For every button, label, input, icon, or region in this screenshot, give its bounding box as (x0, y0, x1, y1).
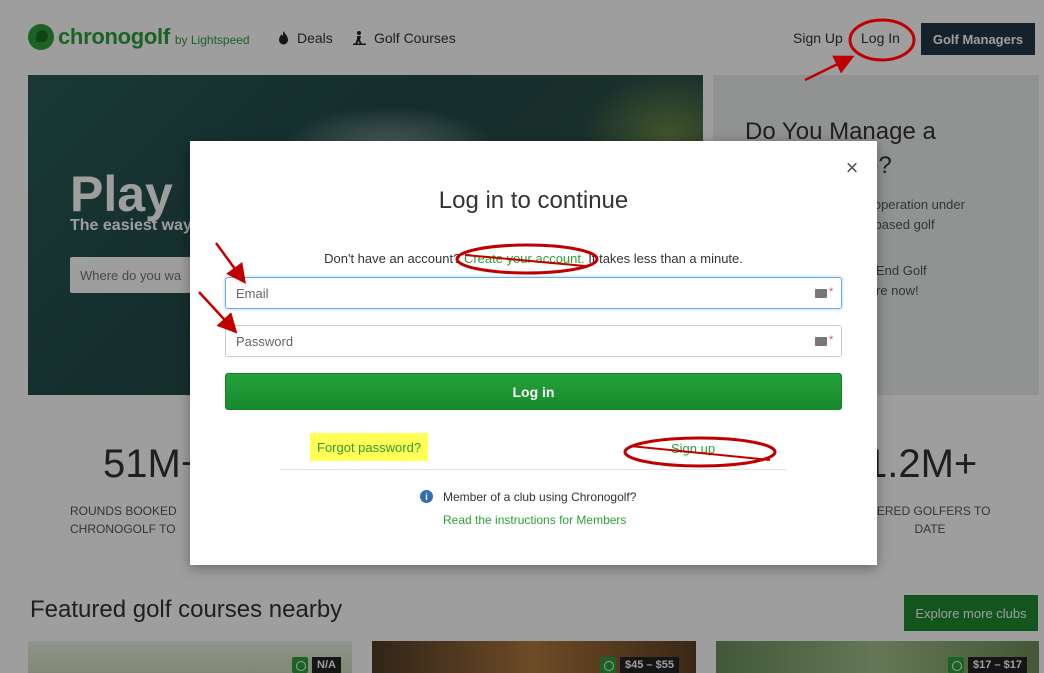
prompt-before: Don't have an account? (324, 251, 461, 266)
prompt-after: It takes less than a minute. (588, 251, 743, 266)
login-modal: × Log in to continue Don't have an accou… (190, 141, 877, 565)
close-icon[interactable]: × (842, 155, 862, 180)
required-marker: * (829, 286, 834, 298)
email-input[interactable] (225, 277, 842, 309)
modal-divider (280, 469, 787, 470)
log-in-button[interactable]: Log in (225, 373, 842, 410)
modal-title: Log in to continue (438, 187, 629, 214)
create-account-prompt: Don't have an account? Create your accou… (190, 251, 877, 266)
member-question: Member of a club using Chronogolf? (443, 490, 637, 504)
password-input[interactable] (225, 325, 842, 357)
password-manager-icon[interactable] (815, 289, 827, 298)
info-icon: i (420, 490, 433, 503)
sign-up-link[interactable]: Sign up (671, 441, 715, 456)
password-manager-icon[interactable] (815, 337, 827, 346)
member-instructions-link[interactable]: Read the instructions for Members (443, 513, 626, 527)
create-account-link[interactable]: Create your account. (464, 251, 585, 266)
forgot-password-link[interactable]: Forgot password? (310, 433, 429, 461)
required-marker: * (829, 334, 834, 346)
